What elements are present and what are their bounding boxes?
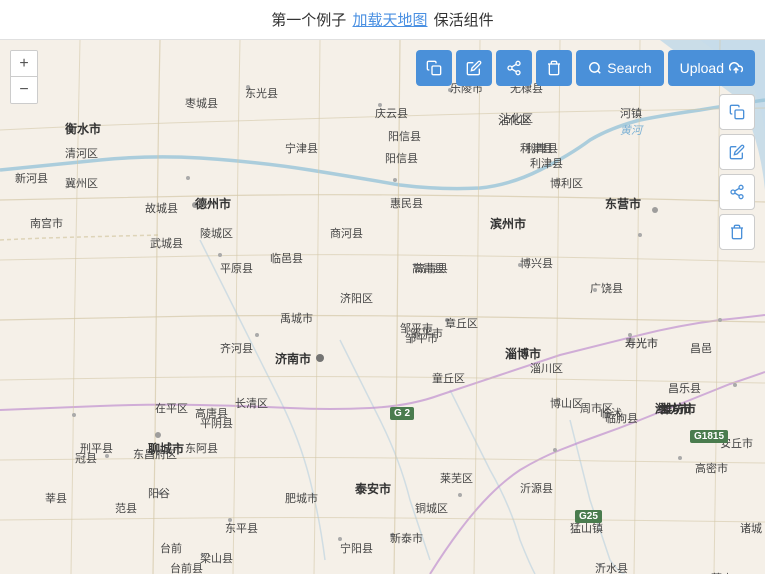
upload-button[interactable]: Upload: [668, 50, 755, 86]
zoom-out-button[interactable]: −: [11, 77, 37, 103]
right-delete-button[interactable]: [719, 214, 755, 250]
upload-label: Upload: [680, 60, 724, 76]
title-suffix: 保活组件: [434, 9, 494, 30]
edit-toolbar-button[interactable]: [456, 50, 492, 86]
right-share-button[interactable]: [719, 174, 755, 210]
share-toolbar-button[interactable]: [496, 50, 532, 86]
zoom-in-button[interactable]: +: [11, 51, 37, 77]
zoom-controls: + −: [10, 50, 38, 104]
search-label: Search: [607, 60, 651, 76]
copy-toolbar-button[interactable]: [416, 50, 452, 86]
page-title-bar: 第一个例子 加载天地图 保活组件: [0, 0, 765, 40]
map-svg: [0, 40, 765, 574]
right-edit-button[interactable]: [719, 134, 755, 170]
right-toolbar: [719, 94, 755, 250]
delete-toolbar-button[interactable]: [536, 50, 572, 86]
title-prefix: 第一个例子: [271, 9, 346, 30]
river-label: 黄河: [620, 122, 642, 138]
right-copy-button[interactable]: [719, 94, 755, 130]
top-toolbar: Search Upload: [416, 50, 755, 86]
map-container[interactable]: 衡水市枣城县东光县清河区新河县冀州区故城县德州市陵城区平原县南宫市武城县庆云县阳…: [0, 40, 765, 574]
search-button[interactable]: Search: [576, 50, 663, 86]
title-link[interactable]: 加载天地图: [352, 9, 427, 30]
